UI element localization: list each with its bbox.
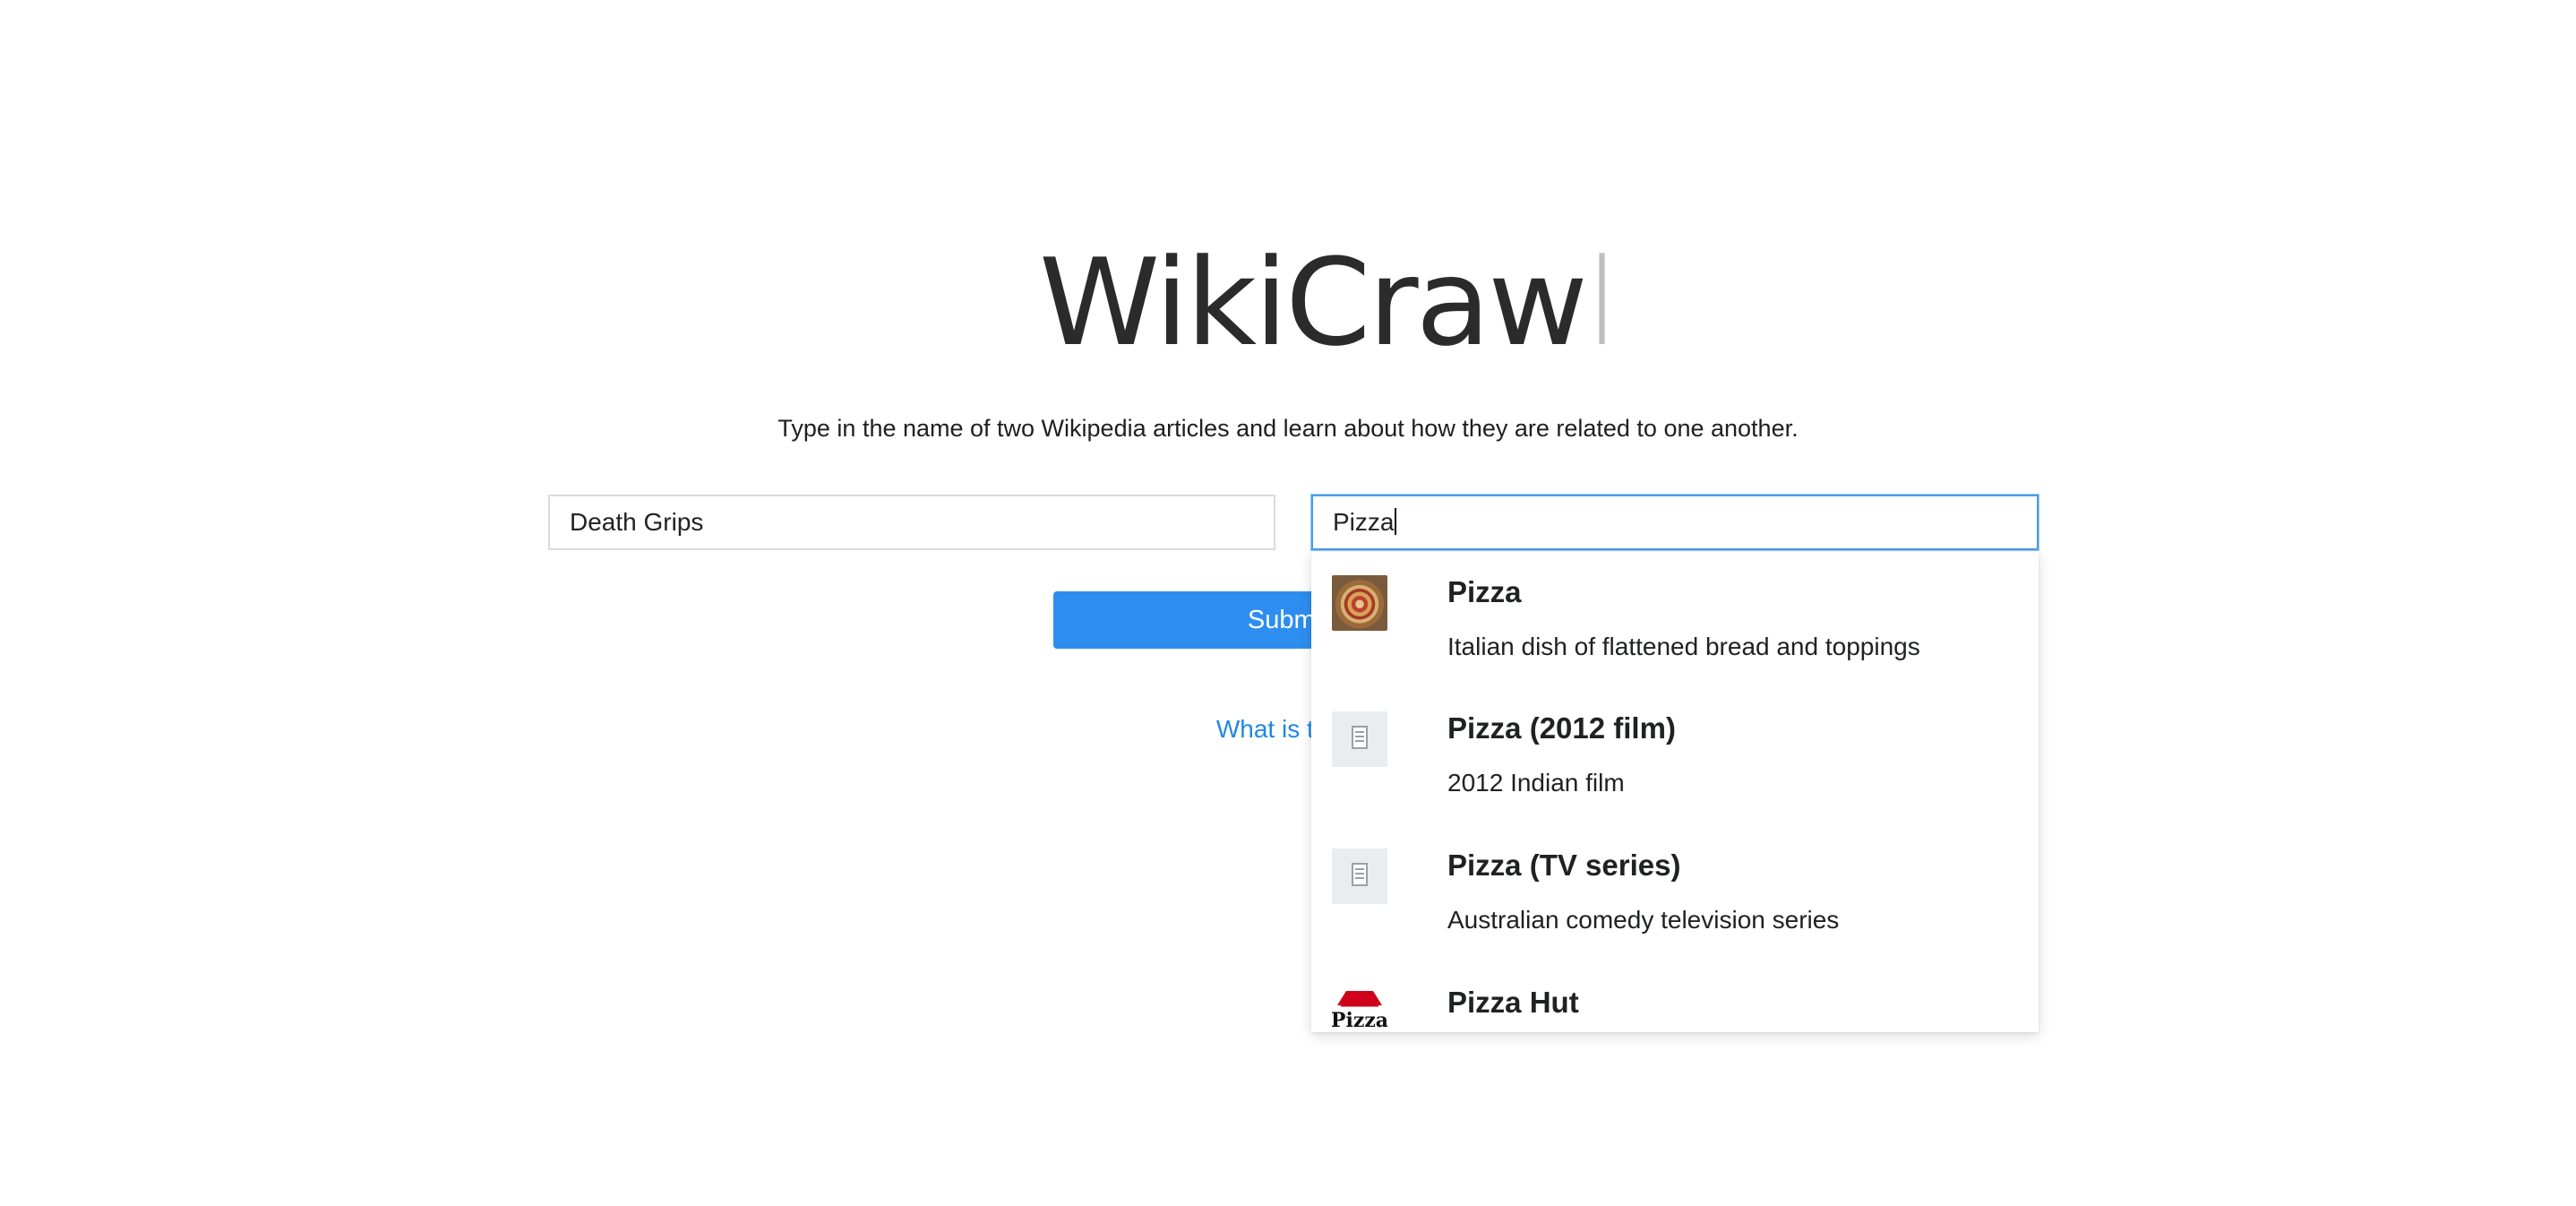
end-article-input[interactable]: Pizza [1311, 495, 2039, 550]
page: WikiCrawl Type in the name of two Wikipe… [0, 0, 2576, 1206]
suggestion-title: Pizza (TV series) [1447, 849, 1681, 882]
tagline: Type in the name of two Wikipedia articl… [777, 415, 1799, 442]
suggestions-dropdown: Pizza Italian dish of flattened bread an… [1311, 552, 2039, 1032]
text-caret [1395, 508, 1397, 535]
suggestion-title: Pizza [1447, 575, 1522, 608]
end-article-value: Pizza [1333, 508, 1395, 536]
start-article-input[interactable]: Death Grips [548, 495, 1275, 550]
logo-text-fade: l [1584, 233, 1619, 373]
suggestion-item-pizza[interactable]: Pizza Italian dish of flattened bread an… [1311, 552, 2039, 688]
suggestion-title: Pizza Hut [1447, 986, 1579, 1019]
pizza-hut-logo-icon: Pizza [1331, 986, 1388, 1032]
what-is-this-link[interactable]: What is this? [0, 711, 2576, 747]
suggestion-item-pizza-2012-film[interactable]: Pizza (2012 film) 2012 Indian film [1311, 688, 2039, 824]
article-placeholder-icon [1332, 849, 1387, 904]
pizza-photo-thumbnail [1332, 575, 1387, 631]
article-placeholder-icon [1332, 711, 1387, 767]
suggestion-item-pizza-tv-series[interactable]: Pizza (TV series) Australian comedy tele… [1311, 825, 2039, 961]
suggestion-description: Australian comedy television series [1447, 906, 1840, 934]
suggestion-description: Italian dish of flattened bread and topp… [1447, 633, 1920, 660]
suggestion-title: Pizza (2012 film) [1447, 711, 1676, 745]
wikicrawl-logo: WikiCrawl [1039, 240, 1619, 366]
suggestion-description: 2012 Indian film [1447, 769, 1625, 797]
svg-text:Pizza: Pizza [1332, 1009, 1387, 1032]
start-article-value: Death Grips [570, 508, 704, 536]
logo-text-main: WikiCraw [1039, 233, 1588, 373]
suggestion-item-pizza-hut[interactable]: Pizza Pizza Hut [1311, 962, 2039, 1032]
